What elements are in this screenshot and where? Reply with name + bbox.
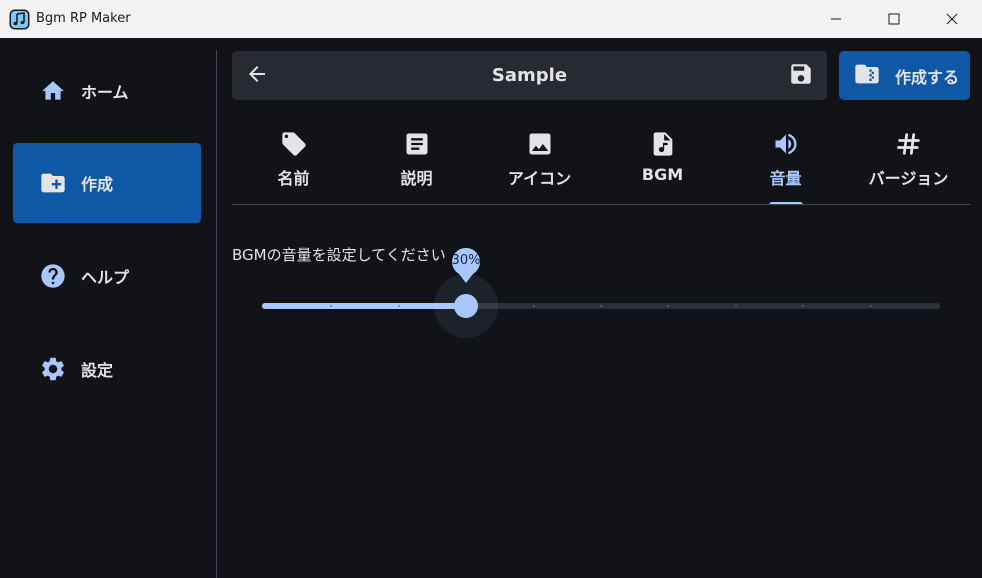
editor-header: Sample	[232, 51, 827, 100]
sidebar-item-home[interactable]: ホーム	[13, 51, 201, 131]
create-folder-icon	[39, 169, 67, 197]
sidebar-item-create[interactable]: 作成	[13, 143, 201, 223]
sidebar-item-label: ヘルプ	[81, 268, 130, 287]
tab-label: BGM	[641, 165, 684, 184]
slider-tick	[398, 305, 400, 307]
minimize-button[interactable]	[813, 0, 859, 38]
volume-setting-label: BGMの音量を設定してください	[232, 246, 446, 264]
close-button[interactable]	[929, 0, 975, 38]
tab-label: 名前	[277, 169, 310, 188]
tab-name[interactable]: 名前	[232, 120, 355, 205]
sidebar-item-help[interactable]: ヘルプ	[13, 236, 201, 316]
folder-zip-icon	[853, 60, 881, 92]
sidebar-item-label: 作成	[81, 175, 114, 194]
create-button[interactable]: 作成する	[839, 51, 970, 100]
maximize-button[interactable]	[871, 0, 917, 38]
hash-icon	[847, 130, 970, 158]
slider-tick	[735, 305, 737, 307]
tab-label: バージョン	[868, 169, 949, 188]
home-icon	[39, 77, 67, 105]
tab-description[interactable]: 説明	[355, 120, 478, 205]
slider-thumb[interactable]	[454, 294, 478, 318]
tab-bgm[interactable]: BGM	[601, 120, 724, 205]
settings-icon	[39, 355, 67, 383]
description-icon	[355, 130, 478, 158]
tab-icon-image[interactable]: アイコン	[478, 120, 601, 205]
slider-tick	[600, 305, 602, 307]
volume-slider[interactable]	[262, 274, 940, 338]
volume-icon	[724, 130, 847, 158]
save-icon	[788, 61, 814, 91]
window-title: Bgm RP Maker	[36, 11, 131, 26]
audio-file-icon	[601, 130, 724, 158]
tab-label: アイコン	[507, 169, 572, 188]
sidebar-item-settings[interactable]: 設定	[13, 329, 201, 409]
tab-label: 説明	[400, 169, 433, 188]
image-icon	[478, 130, 601, 158]
slider-tick	[533, 305, 535, 307]
tabs-divider	[232, 204, 970, 205]
title-bar: Bgm RP Maker	[0, 0, 982, 38]
create-button-label: 作成する	[895, 67, 960, 87]
project-title: Sample	[491, 65, 568, 86]
app-music-icon	[9, 9, 30, 30]
slider-tick	[667, 305, 669, 307]
help-icon	[39, 262, 67, 290]
sidebar-item-label: ホーム	[81, 83, 129, 102]
tab-bar: 名前 説明 アイコン BGM 音量 バージョン	[232, 120, 970, 205]
tag-icon	[232, 130, 355, 158]
tab-label: 音量	[769, 169, 802, 188]
tab-version[interactable]: バージョン	[847, 120, 970, 205]
save-button[interactable]	[788, 63, 814, 89]
tab-volume[interactable]: 音量	[724, 120, 847, 205]
slider-tick	[870, 305, 872, 307]
slider-tick	[802, 305, 804, 307]
sidebar-item-label: 設定	[81, 361, 114, 380]
slider-value-text: 30%	[451, 253, 481, 268]
slider-tick	[330, 305, 332, 307]
sidebar-divider	[216, 50, 217, 578]
